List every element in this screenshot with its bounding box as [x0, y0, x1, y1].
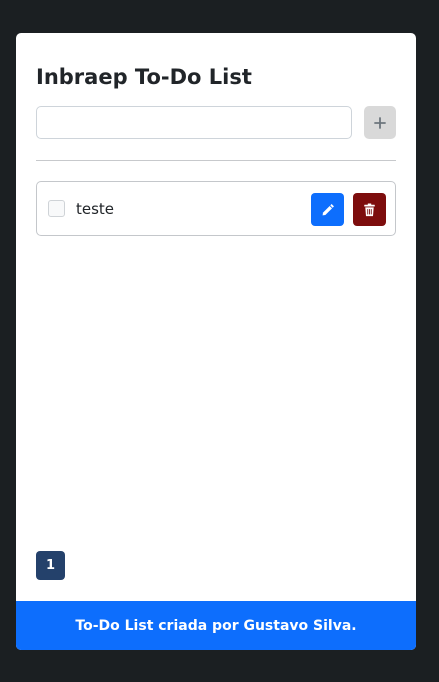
task-item: teste [36, 181, 396, 236]
task-checkbox[interactable] [48, 200, 65, 217]
page-title: Inbraep To-Do List [36, 65, 252, 89]
task-list: teste [36, 181, 396, 236]
divider [36, 160, 396, 161]
page-1-button[interactable]: 1 [36, 551, 65, 580]
todo-card: Inbraep To-Do List teste 1 To-Do List cr… [16, 33, 416, 650]
trash-icon [363, 202, 376, 217]
footer: To-Do List criada por Gustavo Silva. [16, 601, 416, 650]
new-task-input[interactable] [36, 106, 352, 139]
task-text: teste [76, 200, 115, 218]
footer-text: To-Do List criada por Gustavo Silva. [75, 617, 357, 634]
plus-icon [374, 116, 386, 129]
edit-task-button[interactable] [311, 193, 344, 226]
add-task-button[interactable] [364, 106, 396, 139]
pencil-icon [321, 203, 335, 217]
delete-task-button[interactable] [353, 193, 386, 226]
